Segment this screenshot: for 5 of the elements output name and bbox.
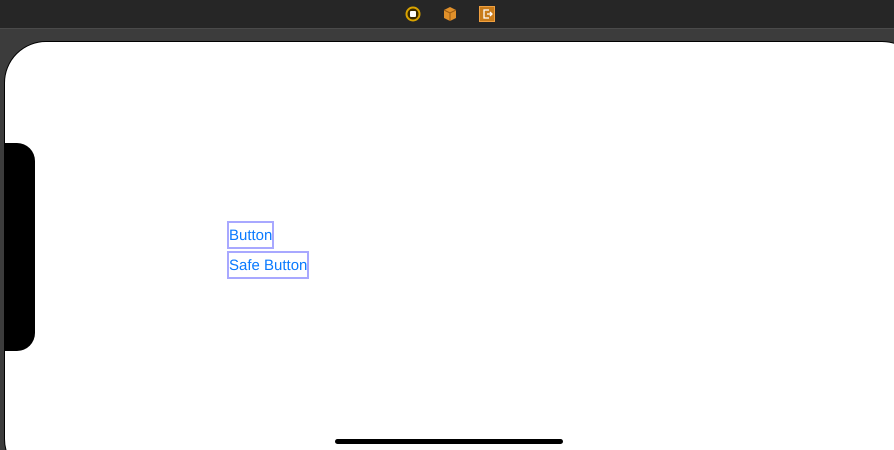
cube-icon[interactable] bbox=[442, 6, 458, 22]
button[interactable]: Button bbox=[227, 221, 274, 249]
stop-icon[interactable] bbox=[405, 6, 421, 22]
exit-icon[interactable] bbox=[479, 6, 495, 22]
button[interactable]: Safe Button bbox=[227, 251, 310, 279]
